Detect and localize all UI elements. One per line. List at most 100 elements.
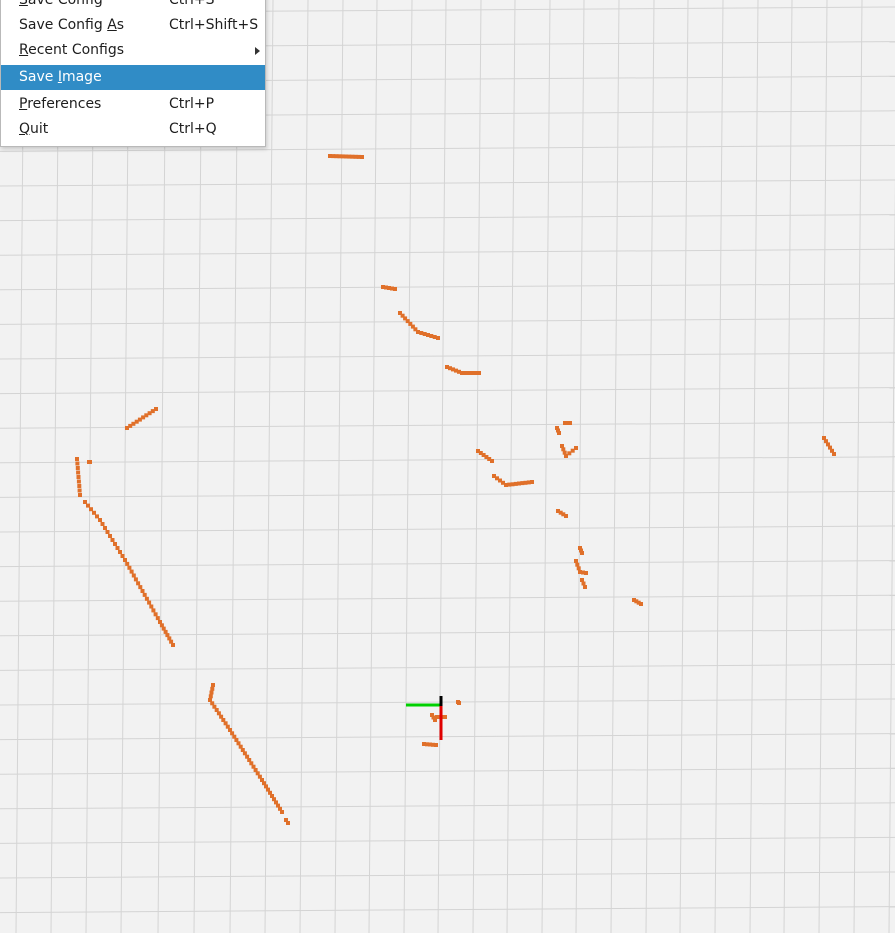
- scan-point: [110, 538, 115, 542]
- scan-point: [144, 596, 149, 601]
- scan-point: [286, 821, 290, 825]
- scan-point: [208, 694, 213, 699]
- scan-point: [280, 810, 284, 814]
- scan-point: [360, 155, 364, 159]
- menu-item-mnemonic: R: [19, 42, 29, 58]
- scan-point: [434, 743, 438, 747]
- scan-point: [120, 554, 125, 558]
- menu-item-preferences[interactable]: Preferences Ctrl+P: [1, 92, 265, 117]
- scan-point: [76, 475, 81, 479]
- scan-point: [149, 604, 154, 609]
- scan-point: [105, 530, 110, 534]
- scan-point: [466, 371, 471, 375]
- scan-point: [76, 470, 81, 475]
- scan-point: [639, 602, 643, 606]
- scan-point: [583, 585, 587, 589]
- scan-point: [76, 479, 81, 484]
- scan-point: [140, 589, 145, 593]
- scan-point: [127, 565, 132, 570]
- menu-item-label-rest: ecent Configs: [28, 42, 125, 58]
- menu-item-label-prefix: Save Config: [19, 17, 108, 33]
- chevron-right-icon: [255, 47, 260, 55]
- scan-point: [580, 551, 584, 555]
- scan-point: [429, 334, 434, 338]
- scan-point: [75, 466, 80, 470]
- scan-point: [123, 558, 127, 562]
- scan-point: [457, 701, 461, 705]
- scan-point: [210, 686, 215, 691]
- scan-point: [557, 431, 561, 435]
- scan-point: [88, 460, 92, 464]
- scan-point: [103, 526, 107, 530]
- scan-point: [92, 510, 96, 515]
- scan-point: [443, 715, 447, 719]
- scan-point: [564, 514, 568, 518]
- scan-point: [95, 514, 99, 519]
- scan-point: [131, 573, 136, 578]
- scan-point: [568, 421, 572, 425]
- menu-item-label-rest: s: [116, 17, 125, 33]
- scan-point: [580, 578, 584, 582]
- scan-point: [574, 446, 578, 450]
- scan-point: [115, 546, 120, 550]
- menu-item-save-config[interactable]: Save Config Ctrl+S: [1, 0, 265, 13]
- scan-point: [89, 507, 93, 512]
- menu-item-quit[interactable]: Quit Ctrl+Q: [1, 117, 265, 142]
- scan-point: [77, 488, 82, 493]
- scan-point: [490, 459, 494, 463]
- menu-item-label-rest: mage: [61, 69, 102, 85]
- scan-point: [581, 581, 586, 586]
- scan-point: [78, 493, 82, 497]
- scan-point: [118, 550, 122, 554]
- menu-item-save-image[interactable]: Save Image: [1, 65, 265, 90]
- scan-point: [584, 571, 588, 575]
- menu-item-save-config-as[interactable]: Save Config As Ctrl+Shift+S: [1, 13, 265, 38]
- menu-item-mnemonic: P: [19, 96, 28, 112]
- scan-point: [77, 484, 82, 488]
- scan-point: [147, 600, 152, 605]
- scan-point: [576, 566, 581, 571]
- scan-point: [153, 612, 158, 617]
- menu-item-label-rest: references: [27, 96, 102, 112]
- scan-point: [393, 287, 397, 291]
- menu-item-mnemonic: A: [107, 17, 117, 33]
- scan-point: [209, 690, 214, 695]
- menu-item-mnemonic: Q: [19, 121, 31, 137]
- scan-point: [477, 371, 481, 375]
- scan-point: [75, 457, 79, 461]
- scan-point: [83, 500, 87, 504]
- menu-item-mnemonic: S: [19, 0, 28, 8]
- scan-point: [75, 461, 80, 466]
- menu-item-label-rest: uit: [30, 121, 49, 137]
- scan-point: [151, 608, 156, 613]
- menu-item-shortcut: Ctrl+Q: [169, 121, 217, 137]
- scan-point: [133, 577, 138, 582]
- scan-point: [142, 592, 147, 597]
- menu-item-shortcut: Ctrl+P: [169, 96, 215, 112]
- scan-point: [436, 336, 440, 340]
- scan-point: [574, 559, 578, 563]
- scan-point: [100, 522, 105, 526]
- scan-point: [211, 683, 215, 687]
- menu-item-label-rest: ave Config: [27, 0, 103, 8]
- scan-point: [435, 715, 439, 719]
- scan-point: [575, 562, 580, 567]
- scan-point: [108, 534, 112, 538]
- scan-point: [125, 561, 130, 566]
- scan-point: [138, 585, 143, 590]
- scan-point: [86, 503, 90, 508]
- scan-point: [129, 569, 134, 574]
- menu-item-shortcut: Ctrl+S: [169, 0, 215, 8]
- scan-point: [530, 480, 534, 484]
- scan-point: [98, 518, 102, 522]
- menu-item-label-prefix: Save: [19, 69, 58, 85]
- menu-item-recent-configs[interactable]: Recent Configs: [1, 38, 265, 63]
- scan-point: [113, 542, 117, 546]
- scan-point: [832, 452, 836, 456]
- scan-point: [136, 581, 141, 586]
- scan-point: [561, 447, 566, 452]
- scan-point: [419, 331, 424, 335]
- file-menu: Save Config Ctrl+S Save Config As Ctrl+S…: [0, 0, 266, 147]
- scan-point: [155, 616, 160, 621]
- menu-item-shortcut: Ctrl+Shift+S: [169, 17, 259, 33]
